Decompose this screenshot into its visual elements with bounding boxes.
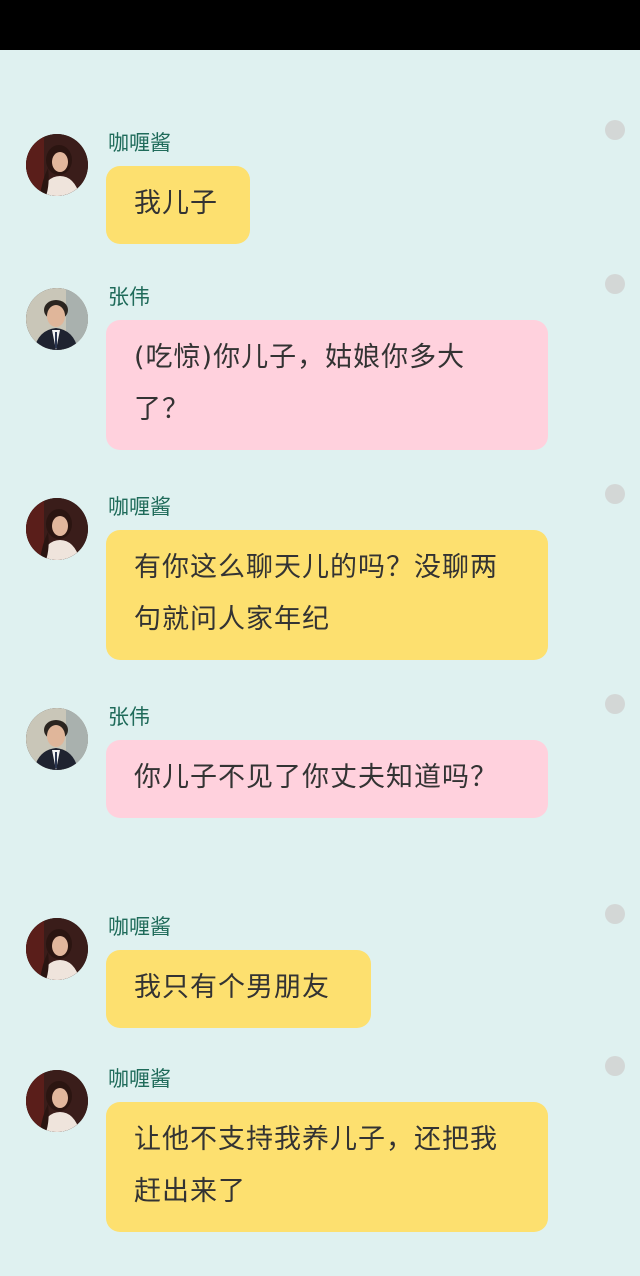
sender-name: 张伟 bbox=[108, 285, 150, 309]
chat-message-list[interactable]: 咖喱酱 我儿子 张伟 (吃惊)你儿子，姑娘你多大了？ 咖喱酱 有你这么聊天儿的吗… bbox=[0, 50, 640, 1276]
message-bubble[interactable]: 你儿子不见了你丈夫知道吗？ bbox=[106, 740, 548, 818]
read-status-dot bbox=[605, 274, 625, 294]
man-avatar[interactable] bbox=[26, 288, 88, 350]
sender-name: 咖喱酱 bbox=[108, 1067, 171, 1091]
woman-avatar[interactable] bbox=[26, 134, 88, 196]
woman-avatar[interactable] bbox=[26, 498, 88, 560]
woman-avatar[interactable] bbox=[26, 918, 88, 980]
read-status-dot bbox=[605, 1056, 625, 1076]
status-bar bbox=[0, 0, 640, 50]
message-bubble[interactable]: 有你这么聊天儿的吗？没聊两句就问人家年纪 bbox=[106, 530, 548, 660]
read-status-dot bbox=[605, 904, 625, 924]
sender-name: 咖喱酱 bbox=[108, 131, 171, 155]
message-bubble[interactable]: 让他不支持我养儿子，还把我赶出来了 bbox=[106, 1102, 548, 1232]
message-bubble[interactable]: (吃惊)你儿子，姑娘你多大了？ bbox=[106, 320, 548, 450]
read-status-dot bbox=[605, 120, 625, 140]
sender-name: 张伟 bbox=[108, 705, 150, 729]
message-bubble[interactable]: 我只有个男朋友 bbox=[106, 950, 371, 1028]
read-status-dot bbox=[605, 694, 625, 714]
message-bubble[interactable]: 我儿子 bbox=[106, 166, 250, 244]
sender-name: 咖喱酱 bbox=[108, 495, 171, 519]
woman-avatar[interactable] bbox=[26, 1070, 88, 1132]
man-avatar[interactable] bbox=[26, 708, 88, 770]
sender-name: 咖喱酱 bbox=[108, 915, 171, 939]
read-status-dot bbox=[605, 484, 625, 504]
